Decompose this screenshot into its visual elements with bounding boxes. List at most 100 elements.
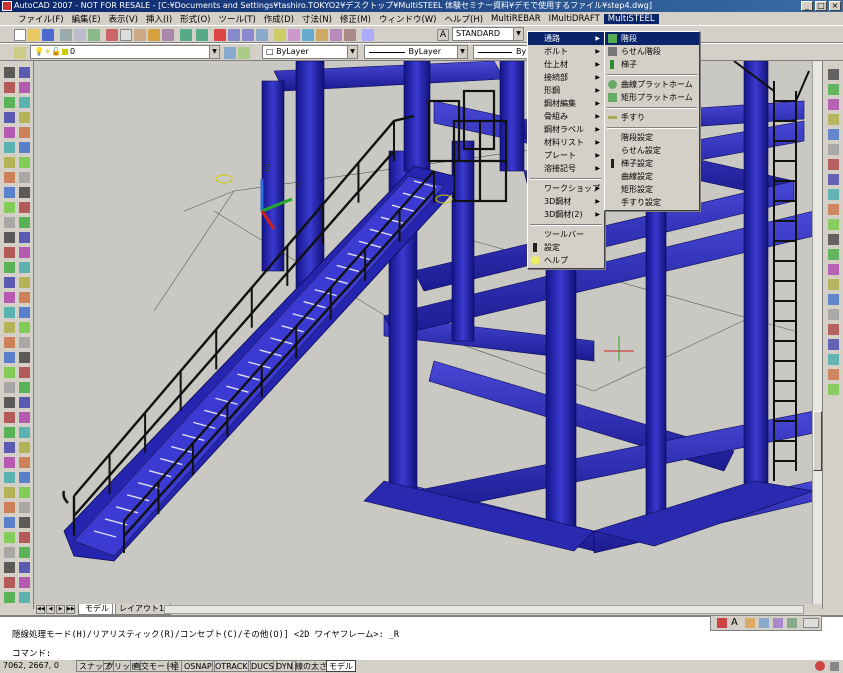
menu-item-steel-edit[interactable]: 鋼材編集 ▶	[528, 97, 604, 110]
fillet-icon[interactable]	[19, 547, 30, 558]
submenu-item-handrail-settings[interactable]: 手すり設定	[605, 196, 699, 209]
lineweight-toggle[interactable]: 線の太さ	[292, 660, 330, 672]
break-icon[interactable]	[828, 234, 839, 245]
menu-item-bolt[interactable]: ボルト ▶	[528, 45, 604, 58]
extend-icon[interactable]	[19, 487, 30, 498]
scale-icon[interactable]	[4, 457, 15, 468]
spline-icon[interactable]	[4, 187, 15, 198]
menu-item-plate[interactable]: プレート ▶	[528, 149, 604, 162]
layer-combo[interactable]: 💡☀🔓■0 ▼	[30, 45, 220, 59]
menu-item-toolbar[interactable]: ツールバー	[528, 228, 604, 241]
menu-item-material-list[interactable]: 材料リスト ▶	[528, 136, 604, 149]
multiline-text-icon[interactable]	[19, 322, 30, 333]
menu-item-settings[interactable]: 設定	[528, 241, 604, 254]
next-tab-icon[interactable]: ▶	[56, 605, 65, 614]
vertical-scrollbar[interactable]	[812, 61, 822, 604]
scroll-thumb[interactable]	[813, 411, 822, 471]
circle-icon[interactable]	[19, 142, 30, 153]
menu-item-connection[interactable]: 接続部 ▶	[528, 71, 604, 84]
tab-model[interactable]: モデル	[78, 604, 116, 615]
scale-icon[interactable]	[19, 442, 30, 453]
submenu-item-ladder[interactable]: 梯子	[605, 58, 699, 71]
light-icon[interactable]	[787, 618, 797, 628]
menu-multisteel[interactable]: MultiSTEEL	[603, 13, 659, 24]
stretch-icon[interactable]	[828, 189, 839, 200]
help-icon[interactable]	[362, 29, 374, 41]
explode-icon[interactable]	[19, 562, 30, 573]
cut-icon[interactable]	[106, 29, 118, 41]
linetype-combo[interactable]: ByLayer ▼	[364, 45, 468, 59]
trim-icon[interactable]	[19, 472, 30, 483]
close-button[interactable]: ×	[829, 1, 841, 11]
gradient-icon[interactable]	[4, 292, 15, 303]
line-icon[interactable]	[19, 577, 30, 588]
fillet-icon[interactable]	[4, 562, 15, 573]
tab-layout1[interactable]: レイアウト1	[112, 604, 172, 615]
menu-item-section[interactable]: 形鋼 ▶	[528, 84, 604, 97]
horizontal-scrollbar[interactable]	[164, 605, 804, 614]
join-icon[interactable]	[19, 517, 30, 528]
ellipse-arc-icon[interactable]	[19, 202, 30, 213]
menu-item-finish[interactable]: 仕上材 ▶	[528, 58, 604, 71]
menu-item-help[interactable]: ヘルプ	[528, 254, 604, 267]
publish-icon[interactable]	[88, 29, 100, 41]
tool-palettes-icon[interactable]	[302, 29, 314, 41]
rotate-icon[interactable]	[828, 159, 839, 170]
menu-window[interactable]: ウィンドウ(W)	[375, 13, 441, 25]
copy-icon[interactable]	[19, 352, 30, 363]
menu-multirebar[interactable]: MultiREBAR	[487, 14, 545, 24]
cad-icon[interactable]	[803, 618, 819, 628]
submenu-item-stairs[interactable]: 階段	[605, 32, 699, 45]
table-icon[interactable]	[4, 322, 15, 333]
submenu-item-handrail[interactable]: 手すり	[605, 111, 699, 124]
revision-cloud-icon[interactable]	[4, 172, 15, 183]
last-tab-icon[interactable]: ▶▶	[66, 605, 75, 614]
line-icon[interactable]	[4, 67, 15, 78]
erase-icon[interactable]	[828, 69, 839, 80]
submenu-item-rect-platform[interactable]: 矩形プラットホーム	[605, 91, 699, 104]
rotate-icon[interactable]	[4, 442, 15, 453]
menu-item-framework[interactable]: 骨組み ▶	[528, 110, 604, 123]
polygon-icon[interactable]	[19, 97, 30, 108]
erase-icon[interactable]	[4, 352, 15, 363]
lineweight-combo[interactable]: ByLa	[473, 45, 529, 59]
move-icon[interactable]	[19, 412, 30, 423]
text-style-combo[interactable]: STANDARD ▼	[452, 27, 524, 41]
menu-imultidraft[interactable]: IMultiDRAFT	[545, 14, 604, 24]
revision-cloud-icon[interactable]	[19, 157, 30, 168]
first-tab-icon[interactable]: ◀◀	[36, 605, 45, 614]
mirror-icon[interactable]	[19, 367, 30, 378]
pan-icon[interactable]	[214, 29, 226, 41]
block-editor-icon[interactable]	[162, 29, 174, 41]
resize-grip-icon[interactable]	[830, 662, 839, 671]
menu-item-3d-steel-2[interactable]: 3D鋼材(2) ▶	[528, 208, 604, 221]
fillet-icon[interactable]	[828, 279, 839, 290]
menu-file[interactable]: ファイル(F)	[14, 13, 68, 25]
join-icon[interactable]	[828, 249, 839, 260]
gradient-icon[interactable]	[19, 277, 30, 288]
menu-item-3d-steel[interactable]: 3D鋼材 ▶	[528, 195, 604, 208]
point-icon[interactable]	[4, 262, 15, 273]
open-folder-icon[interactable]	[28, 29, 40, 41]
polygon-icon[interactable]	[4, 112, 15, 123]
menu-dimension[interactable]: 寸法(N)	[298, 13, 336, 25]
spline-icon[interactable]	[19, 172, 30, 183]
arc-icon[interactable]	[19, 127, 30, 138]
construction-line-icon[interactable]	[4, 82, 15, 93]
multiline-text-icon[interactable]	[4, 337, 15, 348]
ellipse-arc-icon[interactable]	[4, 217, 15, 228]
construction-line-icon[interactable]	[19, 67, 30, 78]
line-icon[interactable]	[4, 592, 15, 603]
chamfer-icon[interactable]	[4, 547, 15, 558]
construction-line-icon[interactable]	[828, 324, 839, 335]
otrack-toggle[interactable]: OTRACK	[212, 660, 251, 672]
polyline-icon[interactable]	[4, 97, 15, 108]
menu-modify[interactable]: 修正(M)	[336, 13, 375, 25]
arc-icon[interactable]	[4, 142, 15, 153]
osnap-toggle[interactable]: OSNAP	[181, 660, 215, 672]
stretch-icon[interactable]	[19, 457, 30, 468]
save-icon[interactable]	[42, 29, 54, 41]
hatch-icon[interactable]	[4, 277, 15, 288]
submenu-item-spiral-settings[interactable]: らせん設定	[605, 144, 699, 157]
paste-icon[interactable]	[134, 29, 146, 41]
